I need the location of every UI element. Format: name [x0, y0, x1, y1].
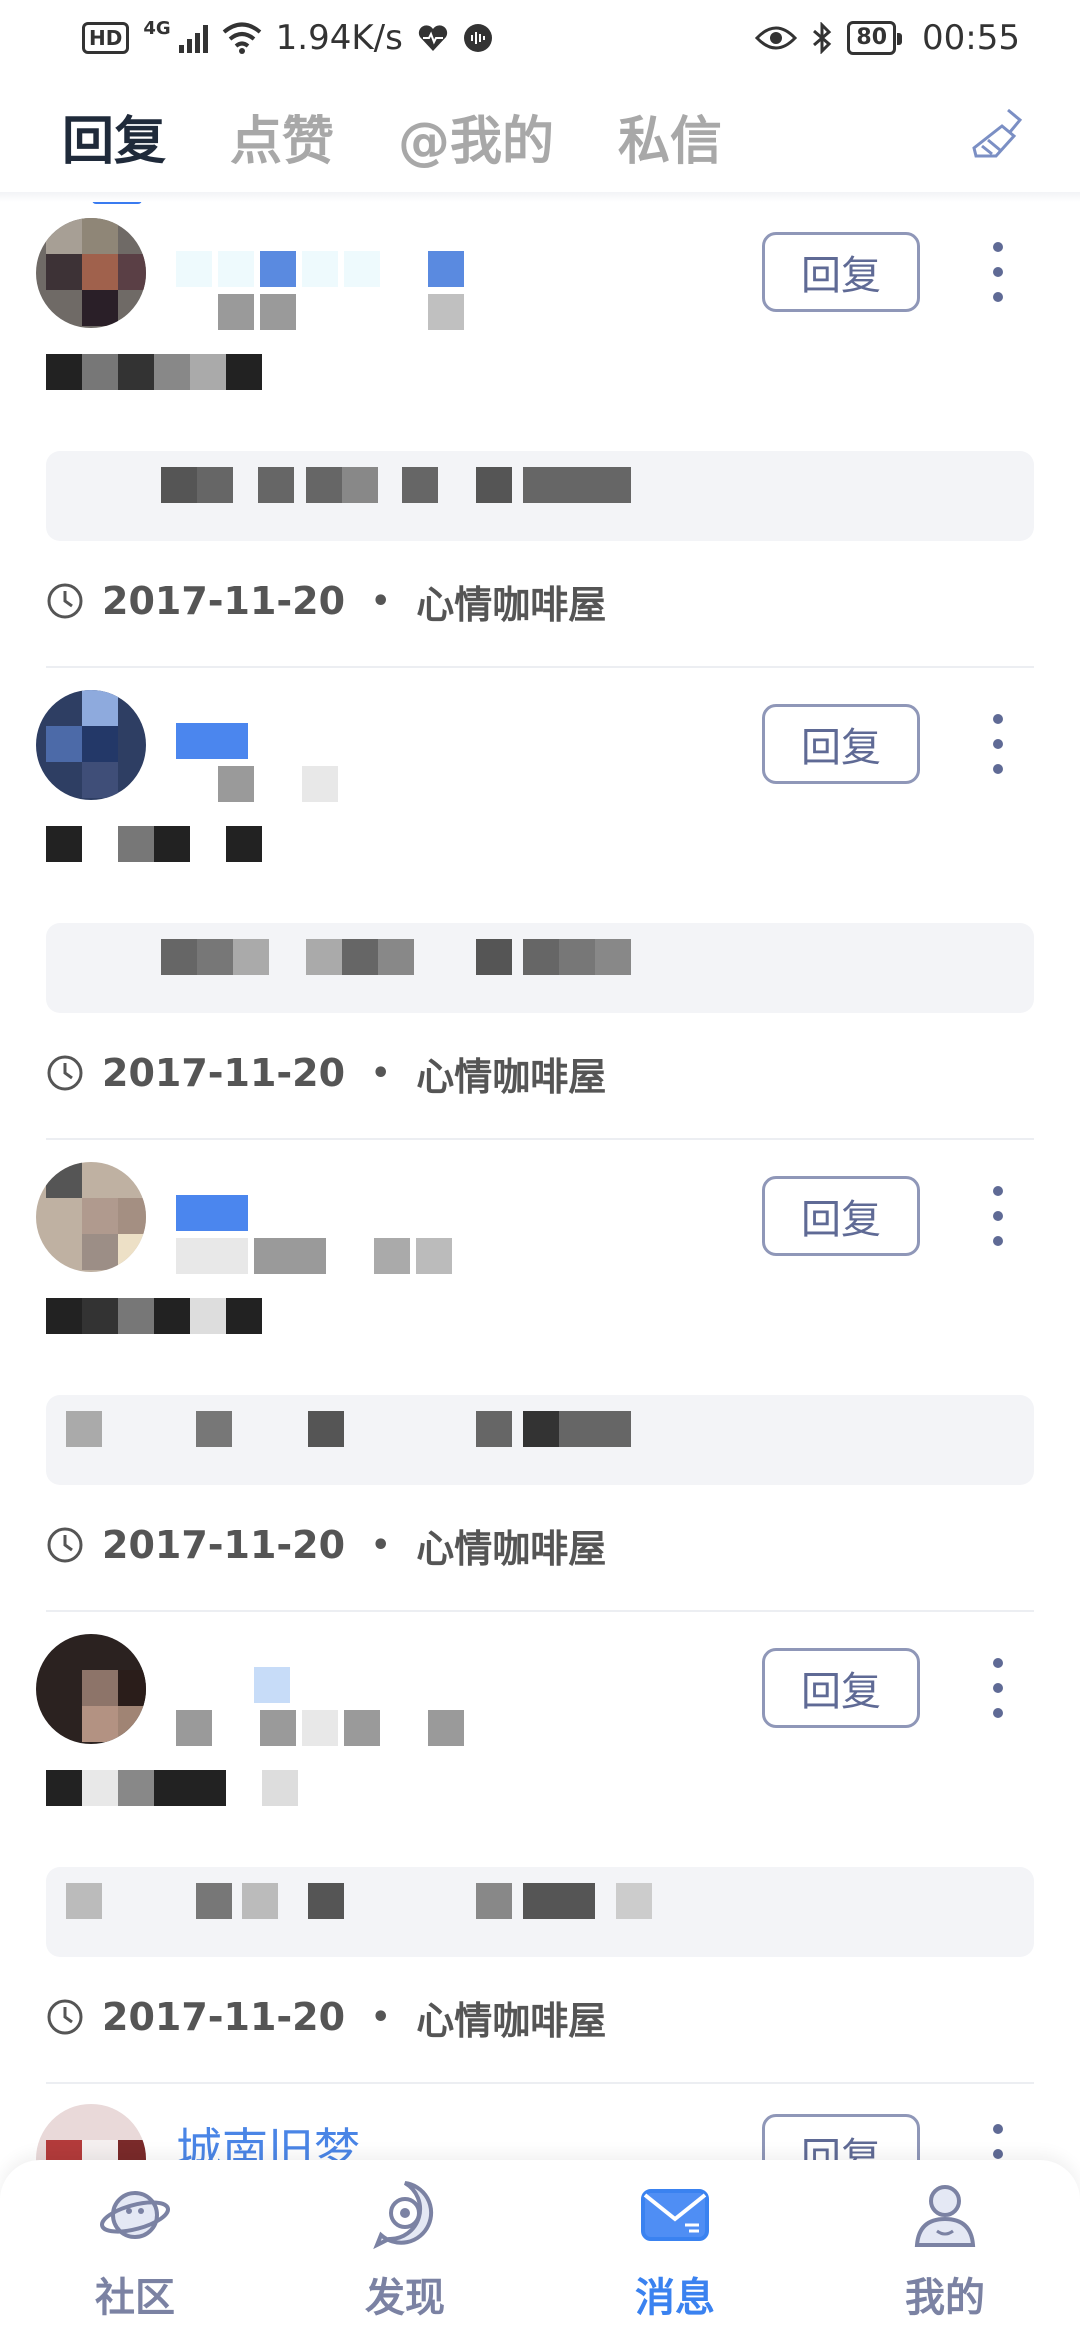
nav-profile[interactable]: 我的: [845, 2177, 1045, 2323]
separator: •: [371, 1999, 391, 2035]
group-name[interactable]: 心情咖啡屋: [416, 1046, 606, 1101]
status-bar: HD 4G 1.94K/s 80 00:55: [0, 0, 1080, 76]
username-redacted[interactable]: [176, 251, 464, 291]
message-tabs: 回复 点赞 @我的 私信: [0, 76, 1080, 204]
battery-icon: 80: [847, 21, 902, 55]
more-icon[interactable]: [992, 1186, 1004, 1246]
avatar[interactable]: [36, 1634, 146, 1744]
eye-icon: [755, 26, 798, 50]
reply-card[interactable]: 回复 2017-11-20 • 心情咖啡屋: [36, 1612, 1034, 2084]
health-icon: [418, 25, 447, 51]
reply-content-redacted: [46, 1298, 262, 1334]
group-name[interactable]: 心情咖啡屋: [416, 1518, 606, 1573]
clock-icon: [47, 1999, 83, 2035]
username-redacted[interactable]: [176, 1667, 290, 1707]
tab-reply[interactable]: 回复: [62, 99, 166, 204]
reply-button[interactable]: 回复: [762, 704, 920, 784]
separator: •: [371, 1527, 391, 1563]
reply-content-redacted: [46, 826, 262, 862]
nav-messages[interactable]: 消息: [575, 2177, 775, 2323]
wifi-icon: [222, 22, 261, 54]
avatar[interactable]: [36, 690, 146, 800]
clock-icon: [47, 1527, 83, 1563]
nav-community[interactable]: 社区: [35, 2177, 235, 2323]
post-date: 2017-11-20: [102, 579, 346, 623]
clock-icon: [47, 1055, 83, 1091]
hd-badge: HD: [82, 22, 130, 54]
nav-label: 发现: [365, 2275, 445, 2321]
reply-card[interactable]: 回复 2017-11-20 • 心情咖啡屋: [36, 668, 1034, 1140]
nav-label: 我的: [905, 2275, 985, 2321]
card-footer: 2017-11-20 • 心情咖啡屋: [46, 1046, 606, 1101]
meta-redacted: [176, 1238, 452, 1274]
reply-card[interactable]: 回复 2017-11-20 • 心情咖啡屋: [36, 1140, 1034, 1612]
mail-icon: [641, 2189, 709, 2241]
group-name[interactable]: 心情咖啡屋: [416, 1990, 606, 2045]
post-date: 2017-11-20: [102, 1523, 346, 1567]
username-redacted[interactable]: [176, 723, 248, 763]
bluetooth-icon: [813, 22, 832, 54]
more-icon[interactable]: [992, 714, 1004, 774]
post-date: 2017-11-20: [102, 1051, 346, 1095]
discover-icon: [373, 2181, 434, 2250]
reply-card[interactable]: 回复 2017-11-20 • 心情咖啡屋: [36, 196, 1034, 668]
original-post-quote[interactable]: [46, 451, 1034, 541]
planet-icon: [100, 2191, 170, 2239]
separator: •: [371, 583, 391, 619]
more-icon[interactable]: [992, 242, 1004, 302]
reply-content-redacted: [46, 1770, 298, 1806]
meta-redacted: [176, 294, 464, 330]
group-name[interactable]: 心情咖啡屋: [416, 574, 606, 629]
audio-icon: [463, 24, 492, 52]
nav-label: 社区: [95, 2275, 175, 2321]
clock-time: 00:55: [922, 18, 1020, 58]
reply-button[interactable]: 回复: [762, 1648, 920, 1728]
original-post-quote[interactable]: [46, 1867, 1034, 1957]
post-date: 2017-11-20: [102, 1995, 346, 2039]
clock-icon: [47, 583, 83, 619]
reply-button[interactable]: 回复: [762, 232, 920, 312]
tab-likes[interactable]: 点赞: [230, 99, 334, 174]
meta-redacted: [176, 1710, 464, 1746]
card-footer: 2017-11-20 • 心情咖啡屋: [46, 574, 606, 629]
card-footer: 2017-11-20 • 心情咖啡屋: [46, 1518, 606, 1573]
original-post-quote[interactable]: [46, 1395, 1034, 1485]
avatar[interactable]: [36, 218, 146, 328]
tab-mentions[interactable]: @我的: [398, 99, 554, 174]
reply-feed[interactable]: 回复 2017-11-20 • 心情咖啡屋 回复 2017-11-20 • 心情…: [0, 196, 1080, 2214]
more-icon[interactable]: [992, 1658, 1004, 1718]
network-speed: 1.94K/s: [275, 18, 403, 58]
clear-icon[interactable]: [968, 104, 1028, 164]
separator: •: [371, 1055, 391, 1091]
network-type: 4G: [143, 17, 171, 39]
bottom-nav: 社区 发现 消息 我的: [0, 2160, 1080, 2340]
tab-private-messages[interactable]: 私信: [618, 99, 722, 174]
reply-button[interactable]: 回复: [762, 1176, 920, 1256]
meta-redacted: [176, 766, 338, 802]
reply-content-redacted: [46, 354, 262, 390]
signal-icon: [178, 23, 208, 53]
card-footer: 2017-11-20 • 心情咖啡屋: [46, 1990, 606, 2045]
profile-icon: [914, 2185, 976, 2247]
nav-discover[interactable]: 发现: [305, 2177, 505, 2323]
original-post-quote[interactable]: [46, 923, 1034, 1013]
nav-label: 消息: [635, 2275, 715, 2321]
username-redacted[interactable]: [176, 1195, 248, 1235]
avatar[interactable]: [36, 1162, 146, 1272]
